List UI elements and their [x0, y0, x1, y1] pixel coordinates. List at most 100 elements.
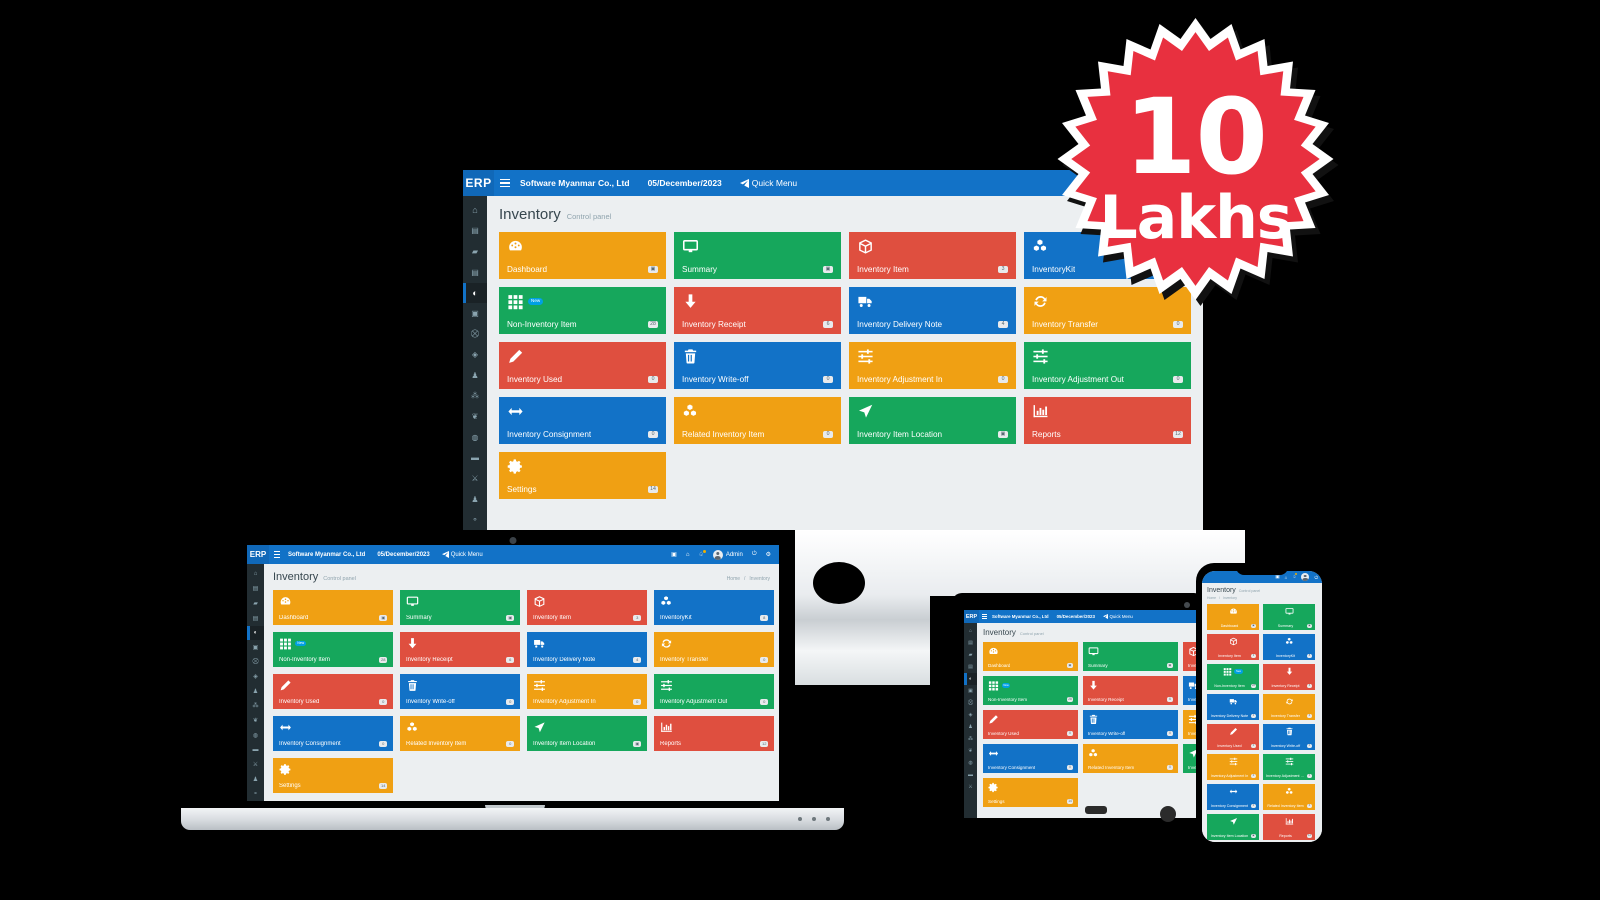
tile-inventory-delivery-note[interactable]: Inventory Delivery Note4: [1207, 694, 1259, 720]
sidebar-item-cart[interactable]: ⛒: [247, 655, 264, 670]
tile-inventory-adjustment-in[interactable]: Inventory Adjustment In0: [1207, 754, 1259, 780]
tile-related-inventory-item[interactable]: Related Inventory Item 0: [674, 397, 841, 444]
tile-settings[interactable]: Settings 14: [273, 758, 393, 793]
tile-inventory-consignment[interactable]: Inventory Consignment 0: [273, 716, 393, 751]
sidebar-item-chart[interactable]: ▰: [463, 241, 487, 262]
sidebar-item-chart[interactable]: ▰: [964, 649, 977, 661]
tile-inventory-consignment[interactable]: Inventory Consignment 0: [983, 744, 1078, 773]
sidebar-item-users[interactable]: ♟: [247, 684, 264, 699]
quick-menu-button[interactable]: Quick Menu: [739, 178, 797, 188]
tile-inventory-write-off[interactable]: Inventory Write-off 0: [400, 674, 520, 709]
tile-inventory-item-location[interactable]: Inventory Item Location▣: [849, 397, 1016, 444]
tile-inventory-used[interactable]: Inventory Used 0: [983, 710, 1078, 739]
sidebar-item-share[interactable]: ⁂: [247, 699, 264, 714]
tile-dashboard[interactable]: Dashboard ▣: [273, 590, 393, 625]
tile-inventory-transfer[interactable]: Inventory Transfer 0: [1263, 694, 1315, 720]
tile-inventory-item-location[interactable]: Inventory Item Location▣: [527, 716, 647, 751]
tile-summary[interactable]: Summary ▣: [1263, 604, 1315, 630]
sidebar-item-inventory[interactable]: ◐: [463, 282, 487, 304]
tile-dashboard[interactable]: Dashboard ▣: [499, 232, 666, 279]
sidebar-item-share[interactable]: ⁂: [463, 386, 487, 407]
sidebar-item-clock[interactable]: ◍: [964, 757, 977, 769]
notification-bell-icon[interactable]: ♤: [698, 550, 706, 558]
tile-reports[interactable]: Reports 12: [1263, 814, 1315, 840]
tile-inventory-delivery-note[interactable]: Inventory Delivery Note4: [527, 632, 647, 667]
tile-inventory-adjustment-in[interactable]: Inventory Adjustment In0: [849, 342, 1016, 389]
sidebar-item-users[interactable]: ♟: [463, 365, 487, 386]
sidebar-item-diamond[interactable]: ◈: [463, 344, 487, 365]
notification-bell-icon[interactable]: ♤: [1292, 573, 1298, 580]
sidebar-item-bed[interactable]: ▬: [463, 448, 487, 469]
user-menu[interactable]: Admin: [712, 549, 743, 560]
sidebar-item-bed[interactable]: ▬: [964, 769, 977, 781]
sidebar-item-clock[interactable]: ◍: [247, 728, 264, 743]
home-icon[interactable]: ⌂: [686, 552, 690, 558]
sidebar-item-diamond[interactable]: ◈: [964, 709, 977, 721]
brand-logo[interactable]: ERP: [964, 610, 979, 623]
sidebar-item-card[interactable]: ▤: [247, 611, 264, 626]
brand-logo[interactable]: ERP: [247, 545, 269, 564]
sidebar-item-bed[interactable]: ▬: [247, 743, 264, 758]
tile-settings[interactable]: Settings 14: [983, 778, 1078, 807]
tile-non-inventory-item[interactable]: New Non-Inventory Item 28: [983, 676, 1078, 705]
sidebar-item-team[interactable]: ♟: [247, 772, 264, 787]
power-icon[interactable]: ⏻: [752, 551, 757, 558]
hamburger-menu-icon[interactable]: [1202, 571, 1210, 583]
tile-inventory-receipt[interactable]: Inventory Receipt 6: [400, 632, 520, 667]
sidebar-item-home[interactable]: ⌂: [247, 567, 264, 582]
tile-dashboard[interactable]: Dashboard ▣: [983, 642, 1078, 671]
sidebar-item-briefcase[interactable]: ▣: [964, 685, 977, 697]
sidebar-item-cutlery[interactable]: ⚔: [964, 781, 977, 793]
sidebar-item-cutlery[interactable]: ⚔: [463, 468, 487, 489]
sidebar-item-clock[interactable]: ◍: [463, 427, 487, 448]
sidebar-item-cart[interactable]: ⛒: [964, 697, 977, 709]
sidebar-item-card[interactable]: ▤: [964, 661, 977, 673]
tile-related-inventory-item[interactable]: Related Inventory Item 0: [1083, 744, 1178, 773]
tile-inventory-adjustment-out[interactable]: Inventory Adjustment Out 0: [1024, 342, 1191, 389]
tile-non-inventory-item[interactable]: New Non-Inventory Item 28: [499, 287, 666, 334]
tile-inventory-used[interactable]: Inventory Used 0: [273, 674, 393, 709]
sidebar-item-inventory[interactable]: ◐: [247, 625, 264, 641]
tile-inventory-item[interactable]: Inventory Item 3: [1207, 634, 1259, 660]
sidebar-item-book[interactable]: ▤: [247, 582, 264, 597]
hamburger-menu-icon[interactable]: [494, 170, 516, 196]
sidebar-item-person[interactable]: ⚬: [247, 786, 264, 801]
tile-inventory-used[interactable]: Inventory Used 0: [1207, 724, 1259, 750]
sidebar-item-home[interactable]: ⌂: [964, 625, 977, 637]
sidebar-item-chart[interactable]: ▰: [247, 596, 264, 611]
tile-inventorykit[interactable]: InventoryKit 8: [1263, 634, 1315, 660]
tile-settings[interactable]: Settings 14: [499, 452, 666, 499]
tile-inventory-write-off[interactable]: Inventory Write-off 0: [674, 342, 841, 389]
tile-inventory-adjustment-in[interactable]: Inventory Adjustment In0: [527, 674, 647, 709]
sidebar-item-home[interactable]: ⌂: [463, 200, 487, 221]
breadcrumb-home[interactable]: Home: [727, 576, 740, 582]
sidebar-item-cutlery[interactable]: ⚔: [247, 757, 264, 772]
sidebar-item-person[interactable]: ⚬: [463, 509, 487, 530]
tile-related-inventory-item[interactable]: Related Inventory Item 0: [1263, 784, 1315, 810]
tile-reports[interactable]: Reports 12: [1024, 397, 1191, 444]
quick-menu-button[interactable]: Quick Menu: [1102, 614, 1133, 619]
sidebar-item-briefcase[interactable]: ▣: [463, 303, 487, 324]
sidebar-item-briefcase[interactable]: ▣: [247, 640, 264, 655]
tile-inventory-consignment[interactable]: Inventory Consignment 0: [499, 397, 666, 444]
tile-non-inventory-item[interactable]: New Non-Inventory Item 28: [1207, 664, 1259, 690]
sidebar-item-card[interactable]: ▤: [463, 262, 487, 283]
sidebar-item-users[interactable]: ♟: [964, 721, 977, 733]
tile-summary[interactable]: Summary ▣: [674, 232, 841, 279]
tile-inventory-adjustment-out[interactable]: Inventory Adjustment Out 0: [654, 674, 774, 709]
sidebar-item-diamond[interactable]: ◈: [247, 669, 264, 684]
tile-inventory-receipt[interactable]: Inventory Receipt 6: [1263, 664, 1315, 690]
tile-inventory-transfer[interactable]: Inventory Transfer 0: [654, 632, 774, 667]
tile-inventory-used[interactable]: Inventory Used 0: [499, 342, 666, 389]
tile-inventory-receipt[interactable]: Inventory Receipt 6: [674, 287, 841, 334]
tile-inventory-receipt[interactable]: Inventory Receipt 6: [1083, 676, 1178, 705]
quick-menu-button[interactable]: Quick Menu: [441, 551, 483, 558]
tile-inventory-item-location[interactable]: Inventory Item Location▣: [1207, 814, 1259, 840]
sidebar-item-cart[interactable]: ⛒: [463, 324, 487, 345]
sidebar-item-leaf[interactable]: ❦: [463, 406, 487, 427]
tile-dashboard[interactable]: Dashboard ▣: [1207, 604, 1259, 630]
sidebar-item-book[interactable]: ▤: [964, 637, 977, 649]
calculator-icon[interactable]: ▣: [671, 551, 677, 558]
tile-inventory-write-off[interactable]: Inventory Write-off 0: [1263, 724, 1315, 750]
tile-inventory-consignment[interactable]: Inventory Consignment 0: [1207, 784, 1259, 810]
